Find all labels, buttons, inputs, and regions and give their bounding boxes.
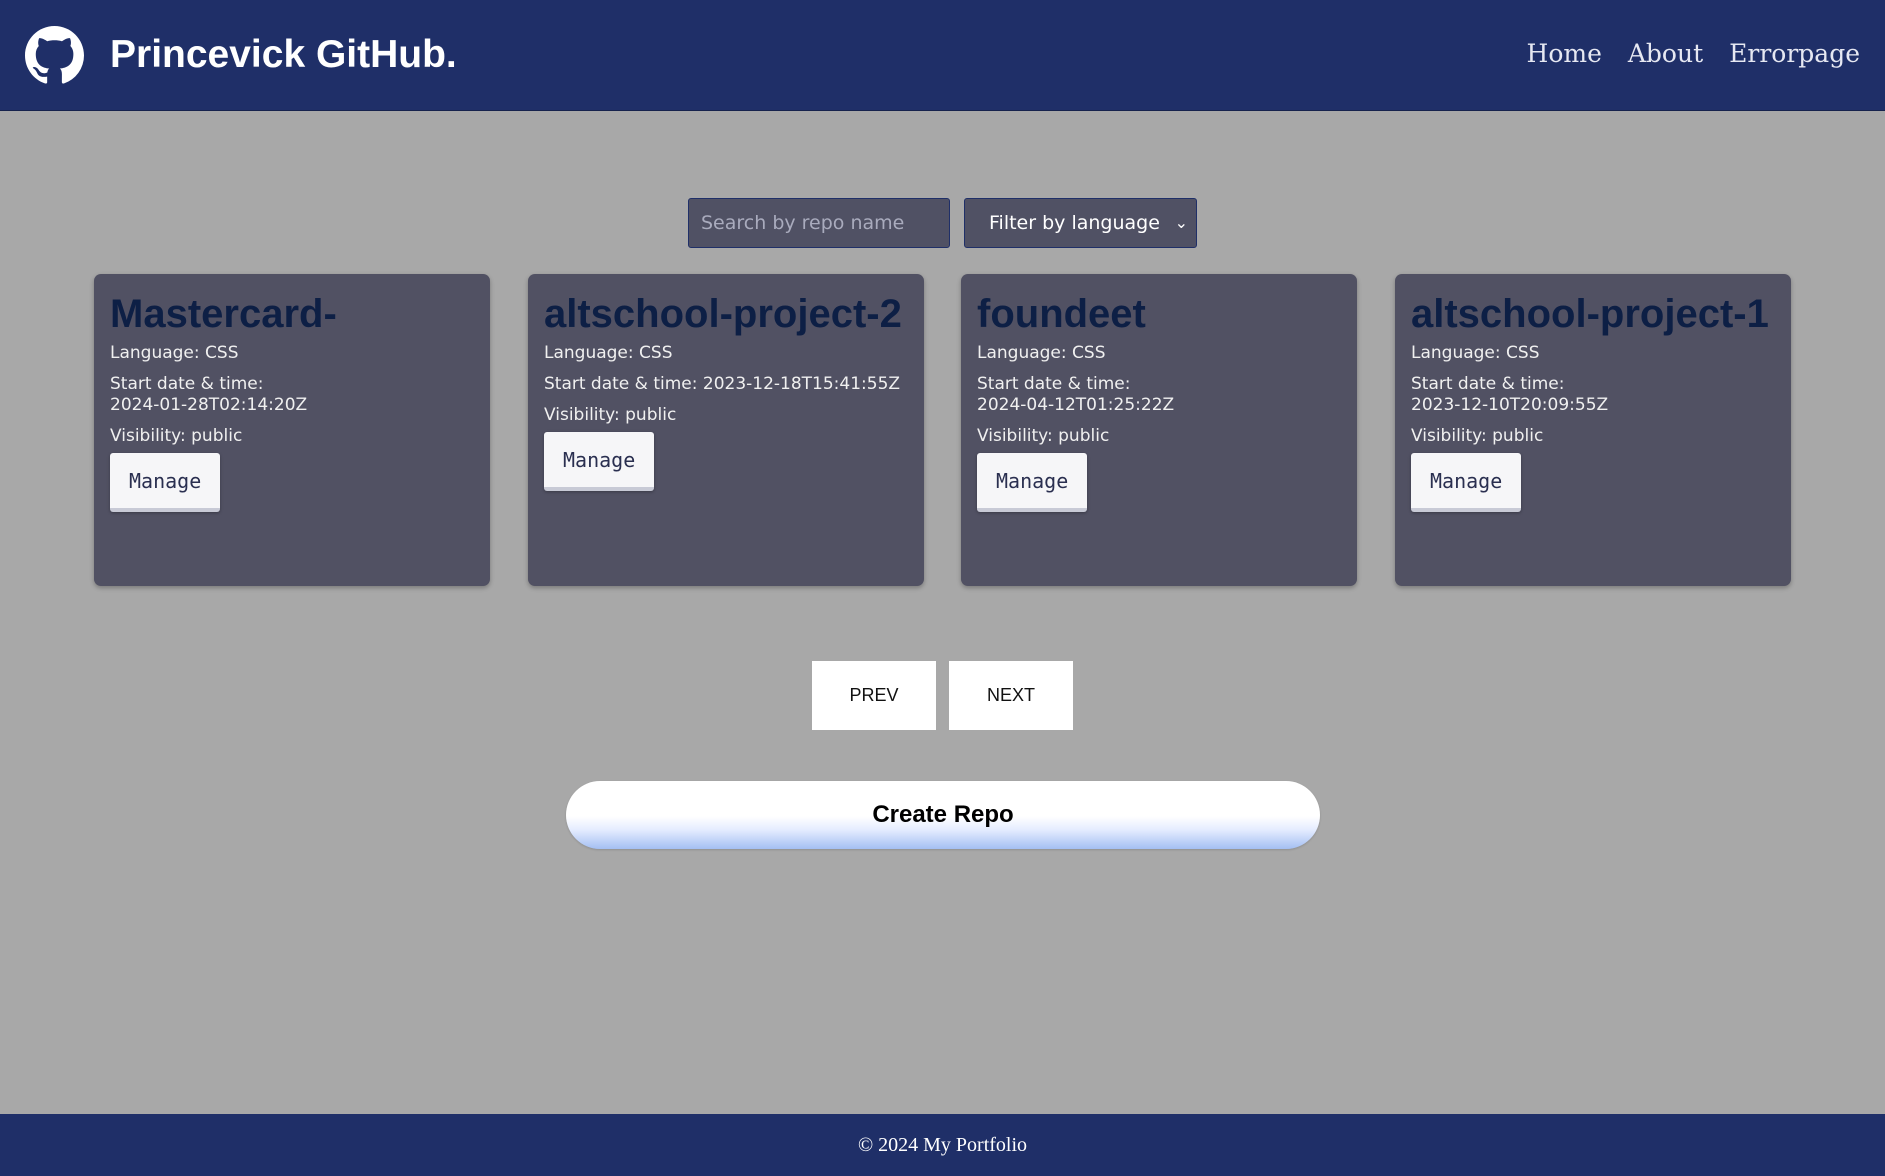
repo-start-label: Start date & time: [1411,374,1565,394]
create-repo-button[interactable]: Create Repo [566,781,1320,849]
manage-button[interactable]: Manage [1411,453,1522,512]
repo-visibility: Visibility: public [1411,426,1775,447]
repo-visibility: Visibility: public [544,405,908,426]
repo-start-label: Start date & time: [544,374,703,394]
repo-card: altschool-project-2 Language: CSS Start … [528,274,924,586]
repo-language: Language: CSS [977,343,1341,364]
repo-start-value: 2024-04-12T01:25:22Z [977,395,1175,415]
manage-button[interactable]: Manage [110,453,221,512]
repo-start-value: 2023-12-18T15:41:55Z [702,374,901,394]
site-header: Princevick GitHub. Home About Errorpage [0,0,1885,111]
repo-name: Mastercard- [110,292,337,336]
repo-search-input[interactable] [688,198,950,248]
footer-copyright: © 2024 My Portfolio [857,1134,1028,1156]
manage-button[interactable]: Manage [977,453,1088,512]
repo-card: altschool-project-1 Language: CSS Start … [1395,274,1791,586]
repo-start-label: Start date & time: [110,374,264,394]
repo-language: Language: CSS [110,343,474,364]
repo-name: altschool-project-1 [1411,292,1769,336]
github-octocat-icon[interactable] [25,26,84,85]
repo-start-date: Start date & time: 2023-12-18T15:41:55Z [544,374,908,395]
repo-start-date: Start date & time: 2024-01-28T02:14:20Z [110,374,474,416]
repo-language-label: Language: [110,343,206,363]
repo-language-label: Language: [544,343,640,363]
repo-language-value: CSS [1072,343,1106,363]
repo-name: foundeet [977,292,1146,336]
repo-visibility-value: public [625,405,677,425]
nav-link-errorpage[interactable]: Errorpage [1729,34,1860,74]
repo-card: foundeet Language: CSS Start date & time… [961,274,1357,586]
site-brand-title: Princevick GitHub. [110,33,457,76]
repo-visibility: Visibility: public [110,426,474,447]
next-page-button[interactable]: NEXT [949,661,1073,730]
language-filter-value: Filter by language [989,212,1160,234]
main-nav: Home About Errorpage [1527,34,1860,74]
repo-name: altschool-project-2 [544,292,902,336]
repo-visibility-label: Visibility: [110,426,192,446]
prev-page-button[interactable]: PREV [812,661,936,730]
repo-start-date: Start date & time: 2023-12-10T20:09:55Z [1411,374,1775,416]
repo-card: Mastercard- Language: CSS Start date & t… [94,274,490,586]
site-footer: © 2024 My Portfolio [0,1114,1885,1176]
repo-language: Language: CSS [1411,343,1775,364]
repo-visibility-label: Visibility: [544,405,626,425]
language-filter-select[interactable]: Filter by language ⌄ [964,198,1197,248]
repo-start-value: 2023-12-10T20:09:55Z [1411,395,1609,415]
repo-start-label: Start date & time: [977,374,1131,394]
repo-visibility-label: Visibility: [977,426,1059,446]
chevron-down-icon: ⌄ [1174,213,1188,232]
repo-visibility: Visibility: public [977,426,1341,447]
nav-link-about[interactable]: About [1628,34,1703,74]
repo-visibility-value: public [191,426,243,446]
manage-button[interactable]: Manage [544,432,655,491]
repo-visibility-value: public [1492,426,1544,446]
repo-language-value: CSS [205,343,239,363]
repo-start-date: Start date & time: 2024-04-12T01:25:22Z [977,374,1341,416]
repo-language-value: CSS [639,343,673,363]
repo-visibility-value: public [1058,426,1110,446]
repo-language: Language: CSS [544,343,908,364]
repo-language-value: CSS [1506,343,1540,363]
repo-start-value: 2024-01-28T02:14:20Z [110,395,308,415]
repo-visibility-label: Visibility: [1411,426,1493,446]
repo-language-label: Language: [977,343,1073,363]
nav-link-home[interactable]: Home [1527,34,1602,74]
repo-language-label: Language: [1411,343,1507,363]
